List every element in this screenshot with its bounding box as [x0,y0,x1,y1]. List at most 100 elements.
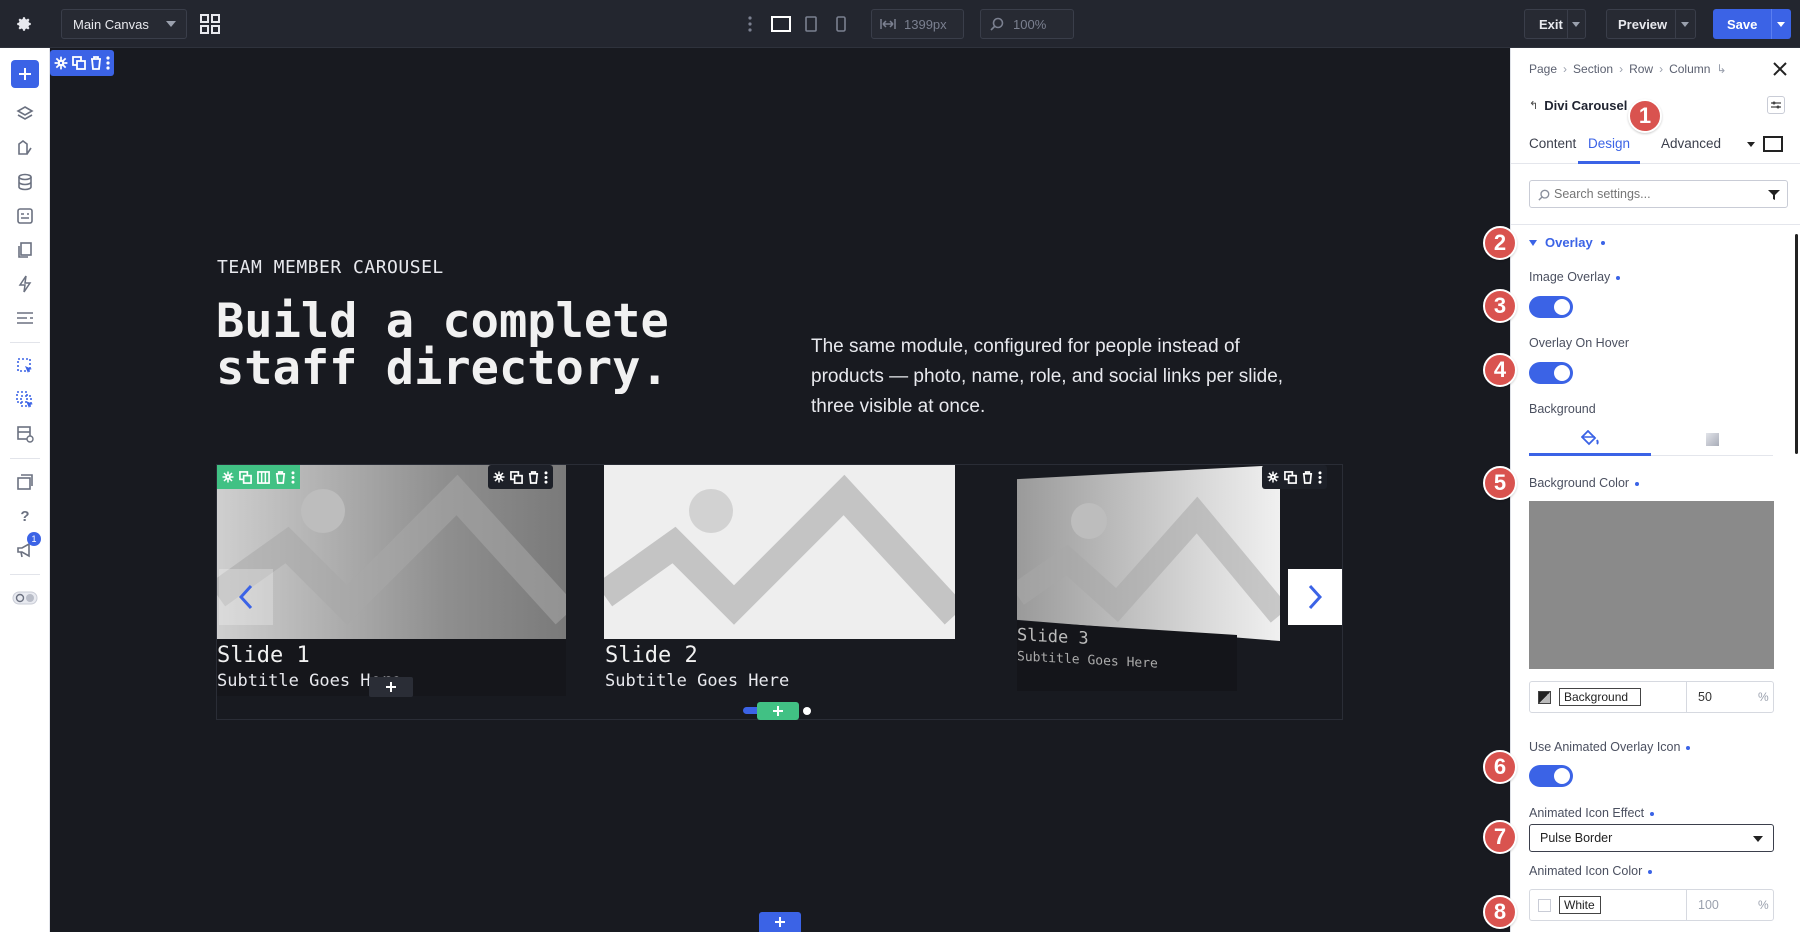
preview-button[interactable]: Preview [1606,9,1696,39]
slide-2-subtitle: Subtitle Goes Here [605,671,790,691]
notification-badge: 1 [27,532,41,546]
slide-3-duplicate-icon[interactable] [1284,470,1297,484]
bg-opacity-value[interactable]: 50 [1698,690,1712,704]
headline-line-1: Build a complete [216,294,669,349]
desktop-view-icon[interactable] [770,13,792,35]
zoom-field[interactable]: 100% [980,9,1074,39]
breadcrumb-return-icon: ↳ [1716,62,1727,76]
annotation-badge-4: 4 [1483,353,1517,387]
database-icon[interactable] [13,170,37,194]
slide-3-toolbar[interactable] [1262,465,1327,489]
bg-color-tab[interactable] [1529,422,1651,456]
tab-advanced[interactable]: Advanced [1661,136,1721,151]
settings-gear-icon[interactable] [12,12,36,36]
tab-design[interactable]: Design [1588,136,1630,151]
list-settings-icon[interactable] [13,306,37,330]
bg-gradient-tab[interactable] [1651,422,1773,456]
module-duplicate-icon[interactable] [239,470,252,484]
breadcrumb-row[interactable]: Row [1629,62,1653,76]
background-color-swatch[interactable] [1529,501,1774,669]
section-more-icon[interactable] [106,56,110,70]
slide-3-delete-icon[interactable] [1302,470,1313,484]
slide-more-icon[interactable] [544,470,548,484]
breadcrumb-section[interactable]: Section [1573,62,1613,76]
module-more-icon[interactable] [291,470,295,484]
module-delete-icon[interactable] [275,470,286,484]
tab-content[interactable]: Content [1529,136,1576,151]
pages-icon[interactable] [13,238,37,262]
background-color-field[interactable]: Background 50 % [1529,681,1774,713]
slide-settings-icon[interactable] [493,471,505,483]
breadcrumb-column[interactable]: Column [1669,62,1710,76]
slide-duplicate-icon[interactable] [510,470,523,484]
section-delete-icon[interactable] [90,56,102,70]
canvas-width-field[interactable]: 1399px [871,9,964,39]
module-toolbar[interactable] [217,465,300,489]
grid-view-icon[interactable] [198,12,222,36]
add-row-button[interactable] [757,702,799,720]
preview-dropdown-icon[interactable] [1681,22,1689,27]
phone-view-icon[interactable] [830,13,852,35]
bg-color-name: Background [1559,688,1641,706]
form-icon[interactable] [13,204,37,228]
animated-color-name: White [1559,896,1601,914]
animated-color-opacity[interactable]: 100 [1698,898,1719,912]
bg-opacity-unit: % [1758,690,1769,704]
add-module-icon[interactable] [11,60,39,88]
animated-color-field[interactable]: White 100 % [1529,889,1774,921]
select-cursor-icon[interactable] [13,354,37,378]
add-to-slide-button[interactable] [369,677,413,697]
overlay-on-hover-toggle[interactable] [1529,362,1573,384]
more-vertical-icon[interactable] [744,14,756,34]
breadcrumb-page[interactable]: Page [1529,62,1557,76]
slide-3-settings-icon[interactable] [1267,471,1279,483]
editor-canvas[interactable]: TEAM MEMBER CAROUSEL Build a complete st… [50,48,1510,932]
design-palette-icon[interactable] [13,136,37,160]
section-settings-icon[interactable] [54,56,68,70]
filter-icon[interactable] [1768,189,1780,201]
panel-scrollbar[interactable] [1795,234,1798,454]
lightning-icon[interactable] [13,272,37,296]
megaphone-icon[interactable]: 1 [13,532,41,562]
mode-toggle-icon[interactable] [12,586,38,610]
section-duplicate-icon[interactable] [72,56,86,70]
multi-select-icon[interactable] [13,388,37,412]
slide-delete-icon[interactable] [528,470,539,484]
search-settings-input[interactable] [1554,184,1754,204]
slide-1-title: Slide 1 [217,643,310,668]
pagination-dot[interactable] [803,707,811,715]
slide-3-more-icon[interactable] [1318,470,1322,484]
use-animated-icon-label: Use Animated Overlay Icon [1529,740,1691,754]
overlay-section-header[interactable]: Overlay [1529,235,1605,250]
tabs-more-icon[interactable] [1747,142,1755,147]
library-icon[interactable] [13,470,37,494]
module-title: Divi Carousel [1544,98,1628,113]
search-settings-field[interactable] [1529,180,1788,208]
slide-1-toolbar[interactable] [488,465,553,489]
back-arrow-icon[interactable]: ↰ [1529,99,1538,112]
sliders-icon[interactable] [1767,96,1785,114]
carousel-module[interactable]: Slide 1 Subtitle Goes Here Slide 2 Subti… [216,464,1343,720]
animated-effect-select[interactable]: Pulse Border [1529,824,1774,852]
tablet-view-icon[interactable] [800,13,822,35]
device-view-icon[interactable] [1763,136,1783,152]
section-toolbar[interactable] [50,50,114,76]
canvas-select[interactable]: Main Canvas [61,9,187,39]
image-overlay-toggle[interactable] [1529,296,1573,318]
add-section-button[interactable] [759,912,801,932]
save-button[interactable]: Save [1713,9,1791,39]
layout-view-icon[interactable] [13,422,37,446]
exit-dropdown-icon[interactable] [1572,22,1580,27]
save-label: Save [1727,16,1758,32]
exit-button[interactable]: Exit [1524,9,1586,39]
layers-icon[interactable] [13,102,37,126]
use-animated-icon-toggle[interactable] [1529,765,1573,787]
carousel-prev-button[interactable] [219,569,273,625]
carousel-next-button[interactable] [1288,569,1342,625]
help-icon[interactable]: ? [13,504,37,528]
module-settings-icon[interactable] [222,471,234,483]
close-icon[interactable] [1773,62,1789,78]
module-columns-icon[interactable] [257,470,270,484]
white-swatch-icon [1538,899,1551,912]
save-dropdown-icon[interactable] [1777,22,1785,27]
